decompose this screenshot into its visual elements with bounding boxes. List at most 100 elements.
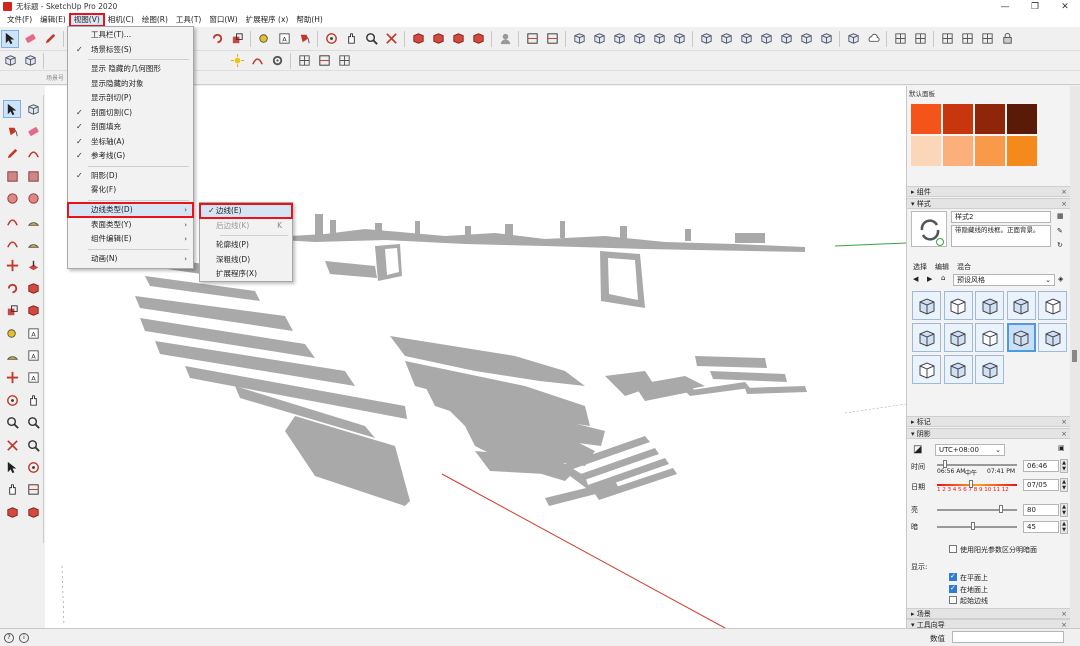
- sun-shading-checkbox[interactable]: [949, 545, 957, 553]
- orbit-tool-button[interactable]: [3, 391, 21, 409]
- textured-style-button[interactable]: [797, 30, 815, 48]
- update-style-icon[interactable]: ↻: [1057, 241, 1063, 249]
- tray-close-icon[interactable]: ×: [1061, 609, 1067, 619]
- cloud-tool-button[interactable]: [864, 30, 882, 48]
- layers-tool-button[interactable]: [911, 30, 929, 48]
- 3d-text-tool-button[interactable]: A: [24, 369, 42, 387]
- wireframe-style-button[interactable]: [737, 30, 755, 48]
- style-thumbnail[interactable]: [1006, 323, 1036, 352]
- text-tool-button[interactable]: A: [275, 30, 293, 48]
- light-spinner[interactable]: ▲ ▼: [1060, 503, 1068, 517]
- scene-tab[interactable]: 场景号: [46, 73, 64, 82]
- geo-location-icon[interactable]: ?: [4, 633, 14, 643]
- gear-tool-button[interactable]: [268, 52, 286, 70]
- time-slider-track[interactable]: [937, 464, 1017, 466]
- xray-style-button[interactable]: [697, 30, 715, 48]
- arc-tool-button[interactable]: [3, 212, 21, 230]
- iso-view-button[interactable]: [570, 30, 588, 48]
- menu-item[interactable]: ✓ 场景标签(S): [68, 43, 193, 57]
- three-point-arc-tool-button[interactable]: [24, 234, 42, 252]
- minimize-button[interactable]: —: [990, 0, 1020, 13]
- arc-tool-button[interactable]: [248, 52, 266, 70]
- grid-tool-button[interactable]: [295, 52, 313, 70]
- look-around-tool-button[interactable]: [24, 458, 42, 476]
- two-point-arc-tool-button[interactable]: [3, 234, 21, 252]
- on-ground-checkbox[interactable]: [949, 584, 957, 593]
- menu-item[interactable]: ✓ 剖面切割(C): [68, 106, 193, 120]
- style-thumbnail[interactable]: [975, 291, 1004, 320]
- style-name-field[interactable]: 样式2: [951, 211, 1051, 223]
- style-collection-select[interactable]: 预设风格 ⌄: [953, 274, 1055, 286]
- eraser-tool-button[interactable]: [21, 30, 39, 48]
- previous-tool-button[interactable]: [24, 436, 42, 454]
- tray-header-scenes[interactable]: ▸ 场景 ×: [907, 608, 1071, 619]
- polygon-tool-button[interactable]: [24, 190, 42, 208]
- backedges-style-button[interactable]: [717, 30, 735, 48]
- zoom-extents-tool-button[interactable]: [382, 30, 400, 48]
- style-thumbnail[interactable]: [912, 291, 941, 320]
- rotate-tool-button[interactable]: [208, 30, 226, 48]
- pie-tool-button[interactable]: [24, 212, 42, 230]
- layout-tool-button[interactable]: [335, 52, 353, 70]
- zoom-extents-tool-button[interactable]: [3, 436, 21, 454]
- date-slider-track[interactable]: [937, 484, 1017, 486]
- left-view-button[interactable]: [670, 30, 688, 48]
- menu-item[interactable]: 显示剖切(P): [68, 91, 193, 105]
- details-icon[interactable]: ◈: [1058, 275, 1063, 283]
- maximize-button[interactable]: ❐: [1020, 0, 1050, 13]
- extension-tool-button[interactable]: [24, 503, 42, 521]
- text-tool-button[interactable]: A: [24, 346, 42, 364]
- menu-0[interactable]: 文件(F): [3, 14, 36, 26]
- follow-me-tool-button[interactable]: [24, 279, 42, 297]
- light-slider-track[interactable]: [937, 509, 1017, 511]
- menu-item[interactable]: ✓ 边线(E): [199, 203, 293, 219]
- menu-item[interactable]: ✓ 参考线(G): [68, 149, 193, 163]
- menu-5[interactable]: 工具(T): [172, 14, 205, 26]
- menu-item[interactable]: 表面类型(Y) ›: [68, 218, 193, 232]
- zoom-window-tool-button[interactable]: [24, 414, 42, 432]
- axes-tool-button[interactable]: [3, 369, 21, 387]
- material-swatch[interactable]: [911, 136, 941, 166]
- pan-tool-button[interactable]: [342, 30, 360, 48]
- scale-tool-button[interactable]: [3, 302, 21, 320]
- menu-item[interactable]: ✓ 坐标轴(A): [68, 135, 193, 149]
- push-pull-tool-button[interactable]: [24, 257, 42, 275]
- tray-close-icon[interactable]: ×: [1061, 199, 1067, 209]
- tape-measure-tool-button[interactable]: [255, 30, 273, 48]
- style-thumbnail[interactable]: [943, 291, 973, 320]
- from-edges-checkbox[interactable]: [949, 596, 957, 604]
- timezone-select[interactable]: UTC+08:00 ⌄: [935, 444, 1005, 456]
- tray-scrollbar[interactable]: [1070, 86, 1080, 628]
- dark-slider-track[interactable]: [937, 526, 1017, 528]
- styles-toggle-icon[interactable]: ▦: [1057, 212, 1064, 220]
- dark-input[interactable]: 45: [1023, 521, 1059, 533]
- menu-4[interactable]: 绘图(R): [138, 14, 172, 26]
- date-input[interactable]: 07/05: [1023, 479, 1059, 491]
- paint-bucket-tool-button[interactable]: [295, 30, 313, 48]
- home-icon[interactable]: ⌂: [941, 274, 945, 282]
- style-tab-select[interactable]: 选择: [913, 262, 927, 272]
- tray-header-shadows[interactable]: ▾ 阴影 ×: [907, 428, 1071, 439]
- tray-header-components[interactable]: ▸ 组件 ×: [907, 186, 1071, 197]
- position-camera-tool-button[interactable]: [3, 458, 21, 476]
- sun-tool-button[interactable]: [228, 52, 246, 70]
- section-tool-button[interactable]: [315, 52, 333, 70]
- on-faces-checkbox[interactable]: [949, 572, 957, 581]
- menu-item[interactable]: 动画(N) ›: [68, 252, 193, 266]
- date-spinner[interactable]: ▲ ▼: [1060, 478, 1068, 492]
- zoom-tool-button[interactable]: [362, 30, 380, 48]
- warehouse-tool-button[interactable]: [3, 503, 21, 521]
- tray-close-icon[interactable]: ×: [1061, 417, 1067, 427]
- monochrome-style-button[interactable]: [817, 30, 835, 48]
- select-tool-button[interactable]: [1, 29, 19, 48]
- zoom-tool-button[interactable]: [3, 414, 21, 432]
- select-tool-button[interactable]: [3, 100, 21, 118]
- menu-item[interactable]: 显示隐藏的对象: [68, 77, 193, 91]
- warehouse-tool-button[interactable]: [409, 30, 427, 48]
- material-swatch[interactable]: [1007, 104, 1037, 134]
- account-tool-button[interactable]: [496, 30, 514, 48]
- style-tab-mix[interactable]: 混合: [957, 262, 971, 272]
- style-thumbnail[interactable]: [975, 355, 1004, 384]
- light-slider-knob[interactable]: [999, 505, 1003, 513]
- style-thumbnail[interactable]: [975, 323, 1004, 352]
